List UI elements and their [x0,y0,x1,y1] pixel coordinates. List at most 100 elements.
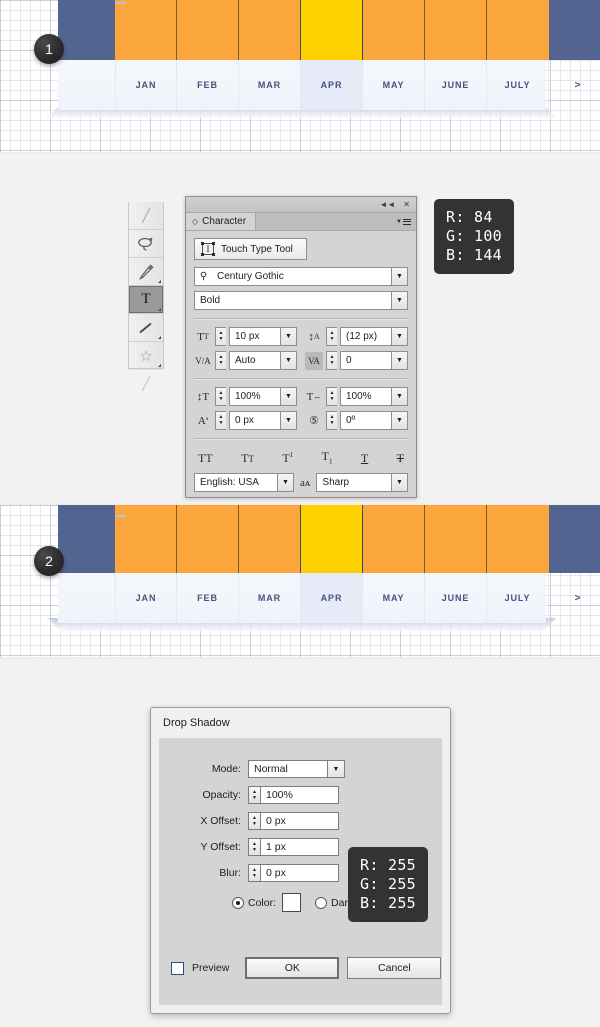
superscript-button[interactable]: T1 [282,451,293,464]
collapse-icon[interactable]: ◄◄ [379,200,395,209]
panel-menu-icon[interactable]: ▼ [396,218,411,225]
bar-apr-2[interactable] [301,505,363,573]
mode-select[interactable]: Normal ▼ [248,760,345,778]
month-tab-july[interactable]: JULY [487,60,549,110]
tab-character[interactable]: ◇ Character [186,213,257,230]
bar-june[interactable] [425,0,487,60]
font-style-dropdown-icon[interactable]: ▼ [391,292,407,309]
kerning-value: Auto [235,355,256,366]
kerning-dropdown-icon[interactable]: ▼ [280,352,296,369]
month-tab-feb-2[interactable]: FEB [177,573,239,623]
vertical-scale-field[interactable]: 100% ▼ [229,387,297,406]
strikethrough-button[interactable]: T [397,452,404,464]
font-size-stepper[interactable]: ▲ ▼ [215,327,226,346]
x-offset-stepper[interactable]: ▲ ▼ [248,812,260,830]
rotation-field[interactable]: 0º ▼ [340,411,408,430]
baseline-shift-field[interactable]: 0 px ▼ [229,411,297,430]
month-tab-may[interactable]: MAY [363,60,425,110]
bar-june-2[interactable] [425,505,487,573]
touch-type-tool-button[interactable]: I Touch Type Tool [194,238,307,260]
language-dropdown-icon[interactable]: ▼ [277,474,293,492]
horizontal-scale-stepper[interactable]: ▲ ▼ [326,387,337,406]
font-style-field[interactable]: Bold ▼ [194,291,408,310]
month-tab-jan[interactable]: JAN [115,60,177,110]
month-tab-mar[interactable]: MAR [239,60,301,110]
blur-input[interactable]: 0 px [260,864,339,882]
rotation-dropdown-icon[interactable]: ▼ [391,412,407,429]
all-caps-button[interactable]: TT [198,452,213,464]
horizontal-scale-dropdown-icon[interactable]: ▼ [391,388,407,405]
kerning-field[interactable]: Auto ▼ [229,351,297,370]
kerning-stepper[interactable]: ▲ ▼ [215,351,226,370]
preview-checkbox[interactable] [171,961,184,975]
bar-july[interactable] [487,0,549,60]
tracking-field[interactable]: 0 ▼ [340,351,408,370]
month-tab-june-2[interactable]: JUNE [425,573,487,623]
month-tab-june[interactable]: JUNE [425,60,487,110]
star-tool[interactable]: ☆ [129,341,163,369]
month-tab-apr-2[interactable]: APR [301,573,363,623]
bar-jan[interactable] [115,0,177,60]
tracking-dropdown-icon[interactable]: ▼ [391,352,407,369]
pen-tool[interactable] [129,257,163,285]
baseline-shift-dropdown-icon[interactable]: ▼ [280,412,296,429]
bar-apr[interactable] [301,0,363,60]
month-tab-apr[interactable]: APR [301,60,363,110]
bar-may[interactable] [363,0,425,60]
subscript-button[interactable]: T1 [322,450,333,465]
month-tab-may-2[interactable]: MAY [363,573,425,623]
bar-mar-2[interactable] [239,505,301,573]
type-tool[interactable]: T [129,285,163,313]
close-icon[interactable]: ✕ [403,200,410,209]
opacity-input[interactable]: 100% [260,786,339,804]
language-field[interactable]: English: USA ▼ [194,473,294,493]
character-panel[interactable]: ◄◄ ✕ ◇ Character ▼ I Touch Type Tool ⚲ C… [185,196,417,498]
leading-stepper[interactable]: ▲ ▼ [326,327,337,346]
bar-feb-2[interactable] [177,505,239,573]
leading-dropdown-icon[interactable]: ▼ [391,328,407,345]
ok-button[interactable]: OK [245,957,340,979]
bar-feb[interactable] [177,0,239,60]
shadow-color-swatch[interactable] [282,893,302,912]
opacity-stepper[interactable]: ▲ ▼ [248,786,260,804]
small-caps-button[interactable]: TT [241,452,254,464]
y-offset-input[interactable]: 1 px [260,838,339,856]
next-month-button[interactable]: > [549,60,600,110]
color-radio[interactable] [232,896,244,909]
vertical-scale-stepper[interactable]: ▲ ▼ [215,387,226,406]
bar-mar[interactable] [239,0,301,60]
cancel-label: Cancel [378,962,411,974]
paintbrush-tool[interactable]: ╱ [129,202,163,229]
rotation-stepper[interactable]: ▲ ▼ [326,411,337,430]
antialias-field[interactable]: Sharp ▼ [316,473,408,493]
month-tab-feb[interactable]: FEB [177,60,239,110]
darkness-radio[interactable] [315,896,328,909]
bar-july-2[interactable] [487,505,549,573]
tracking-stepper[interactable]: ▲ ▼ [326,351,337,370]
blur-stepper[interactable]: ▲ ▼ [248,864,260,882]
font-size-dropdown-icon[interactable]: ▼ [280,328,296,345]
line-segment-tool[interactable] [129,313,163,341]
bar-may-2[interactable] [363,505,425,573]
mode-dropdown-icon[interactable]: ▼ [327,761,344,777]
lasso-tool[interactable] [129,229,163,257]
month-tab-july-2[interactable]: JULY [487,573,549,623]
y-offset-stepper[interactable]: ▲ ▼ [248,838,260,856]
baseline-shift-stepper[interactable]: ▲ ▼ [215,411,226,430]
font-size-value: 10 px [235,331,260,342]
illustrator-toolbar[interactable]: ╱ T ☆ ╱ [128,202,164,391]
month-tab-mar-2[interactable]: MAR [239,573,301,623]
horizontal-scale-field[interactable]: 100% ▼ [340,387,408,406]
font-family-dropdown-icon[interactable]: ▼ [391,268,407,285]
font-size-field[interactable]: 10 px ▼ [229,327,297,346]
paintbrush-tool-2[interactable]: ╱ [129,369,163,397]
antialias-dropdown-icon[interactable]: ▼ [391,474,407,492]
leading-field[interactable]: (12 px) ▼ [340,327,408,346]
underline-button[interactable]: T [361,452,368,464]
x-offset-input[interactable]: 0 px [260,812,339,830]
cancel-button[interactable]: Cancel [347,957,442,979]
next-month-button-2[interactable]: > [549,573,600,623]
vertical-scale-dropdown-icon[interactable]: ▼ [280,388,296,405]
font-family-field[interactable]: ⚲ Century Gothic ▼ [194,267,408,286]
month-tab-jan-2[interactable]: JAN [115,573,177,623]
